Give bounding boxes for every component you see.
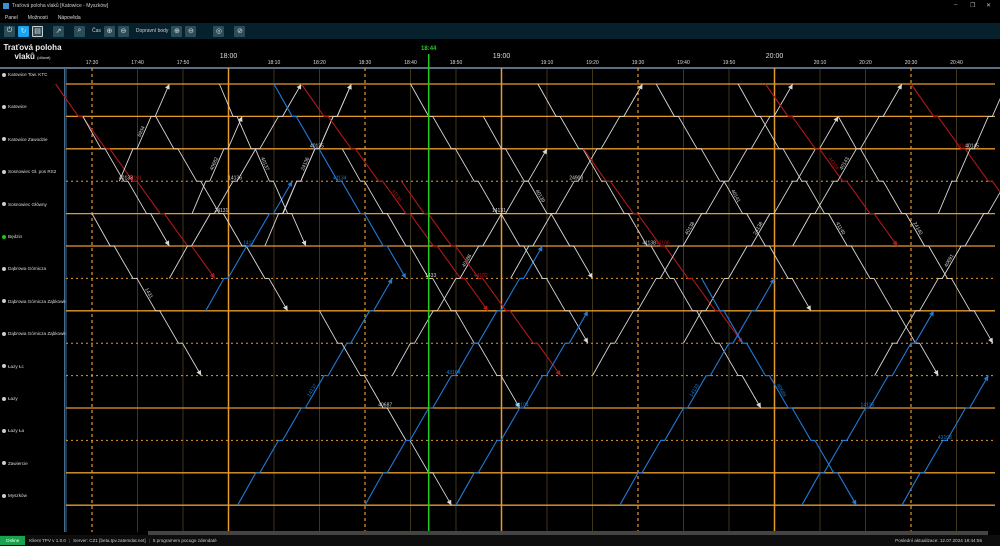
time-tick-label: 19:00 <box>493 53 511 60</box>
time-tick-label: 19:20 <box>586 60 599 66</box>
time-tick-label: 18:20 <box>313 60 326 66</box>
train-number[interactable]: 41138 <box>642 241 656 247</box>
train-number[interactable]: 40135 <box>310 143 324 149</box>
last-update: Poslední aktualizace: 12.07.2024 18:44:5… <box>895 538 982 543</box>
time-tick-label: 19:40 <box>677 60 690 66</box>
maximize-button[interactable]: ❐ <box>970 2 975 9</box>
menu-panel[interactable]: Panel <box>5 15 18 21</box>
time-tick-label: 20:20 <box>859 60 872 66</box>
refresh-button[interactable]: ↻ <box>18 25 29 37</box>
train-number[interactable]: 1417 <box>243 241 254 247</box>
menu-bar: Panel Možnosti Nápověda <box>0 13 81 23</box>
power-button[interactable]: ⏻ <box>4 25 15 37</box>
refresh-icon: ↻ <box>20 28 27 35</box>
zoom-out-icon: ⊖ <box>188 28 194 35</box>
train-number[interactable]: 41134 <box>333 176 347 182</box>
client-version: Klient TPV v 1.0.0 <box>29 538 66 543</box>
time-zoom-in-button[interactable]: ⊕ <box>103 25 115 37</box>
time-zoom-out-button[interactable]: ⊖ <box>117 25 129 37</box>
zoom-icon: ⌕ <box>77 27 82 34</box>
time-zoom-label: Čas <box>92 28 101 34</box>
close-button[interactable]: ✕ <box>986 2 991 9</box>
train-number[interactable]: 40687 <box>378 403 392 409</box>
train-number[interactable]: 24903 <box>569 176 583 182</box>
status-message: 5 programem pocugo zdendaté <box>152 538 217 543</box>
toolbar: ⏻ ↻ ▤ ↗ ⌕ Čas ⊕ ⊖ Dopravní body ⊕ ⊖ ◎ ⊘ <box>0 23 1000 39</box>
train-number[interactable]: 14136 <box>228 176 242 182</box>
train-number[interactable]: 40145 <box>965 143 979 149</box>
online-badge: Online <box>0 536 26 545</box>
time-tick-label: 17:40 <box>131 60 144 66</box>
train-number[interactable]: 43108 <box>938 435 952 441</box>
time-tick-label: 19:30 <box>632 60 645 66</box>
time-tick-label: 20:30 <box>905 60 918 66</box>
points-zoom-label: Dopravní body <box>135 28 169 34</box>
train-number[interactable]: 14131 <box>492 208 506 214</box>
points-zoom-in-button[interactable]: ⊕ <box>171 25 183 37</box>
train-number[interactable]: 43106 <box>656 241 670 247</box>
time-tick-label: 18:50 <box>450 60 463 66</box>
time-tick-label: 20:10 <box>814 60 827 66</box>
minimize-button[interactable]: – <box>954 2 957 8</box>
globe-icon: ◎ <box>215 28 222 35</box>
expand-button[interactable]: ↗ <box>53 25 64 37</box>
clear-button[interactable]: ⊘ <box>234 25 246 37</box>
calendar-button[interactable]: ▤ <box>32 25 43 37</box>
train-number[interactable]: 1433 <box>425 273 436 279</box>
expand-icon: ↗ <box>55 28 62 35</box>
graph-area <box>66 68 995 532</box>
train-number[interactable]: 14135 <box>861 403 875 409</box>
points-zoom-out-button[interactable]: ⊖ <box>185 25 197 37</box>
status-bar: Online Klient TPV v 1.0.0 | Server: CZ1 [… <box>0 535 1000 546</box>
train-graph[interactable]: 17:30 17:40 17:50 18:00 18:10 18:20 18:30 18:40… <box>0 40 1000 532</box>
current-time-label: 18:44 <box>421 46 437 52</box>
menu-options[interactable]: Možnosti <box>28 15 48 21</box>
zoom-in-icon: ⊕ <box>106 28 113 35</box>
time-tick-label: 18:10 <box>268 60 281 66</box>
time-tick-label: 18:00 <box>220 53 238 60</box>
train-number[interactable]: 13104 <box>515 403 529 409</box>
clear-icon: ⊘ <box>237 28 243 35</box>
globe-button[interactable]: ◎ <box>213 25 225 37</box>
time-tick-label: 18:30 <box>359 60 372 66</box>
time-tick-label: 19:10 <box>541 60 554 66</box>
title-bar: Traťová poloha vlaků [Katowice - Myszków… <box>0 0 1000 12</box>
zoom-button[interactable]: ⌕ <box>74 25 85 37</box>
time-tick-label: 20:40 <box>950 60 963 66</box>
time-tick-label: 19:50 <box>723 60 736 66</box>
train-number[interactable]: 43104 <box>446 370 460 376</box>
calendar-icon: ▤ <box>34 28 41 35</box>
time-tick-label: 18:40 <box>404 60 417 66</box>
power-icon: ⏻ <box>6 27 13 34</box>
time-tick-label: 17:50 <box>177 60 190 66</box>
time-tick-label: 20:00 <box>766 53 784 60</box>
time-tick-label: 17:30 <box>86 60 99 66</box>
train-number[interactable]: 44102 <box>474 273 488 279</box>
zoom-in-icon: ⊕ <box>174 28 180 35</box>
window-title: Traťová poloha vlaků [Katowice - Myszków… <box>12 3 109 9</box>
server-info: Server: CZ1 [beta.tpv.zatemdat.net] <box>73 538 146 543</box>
menu-help[interactable]: Nápověda <box>58 15 81 21</box>
zoom-out-icon: ⊖ <box>120 28 127 35</box>
app-icon <box>3 3 9 9</box>
